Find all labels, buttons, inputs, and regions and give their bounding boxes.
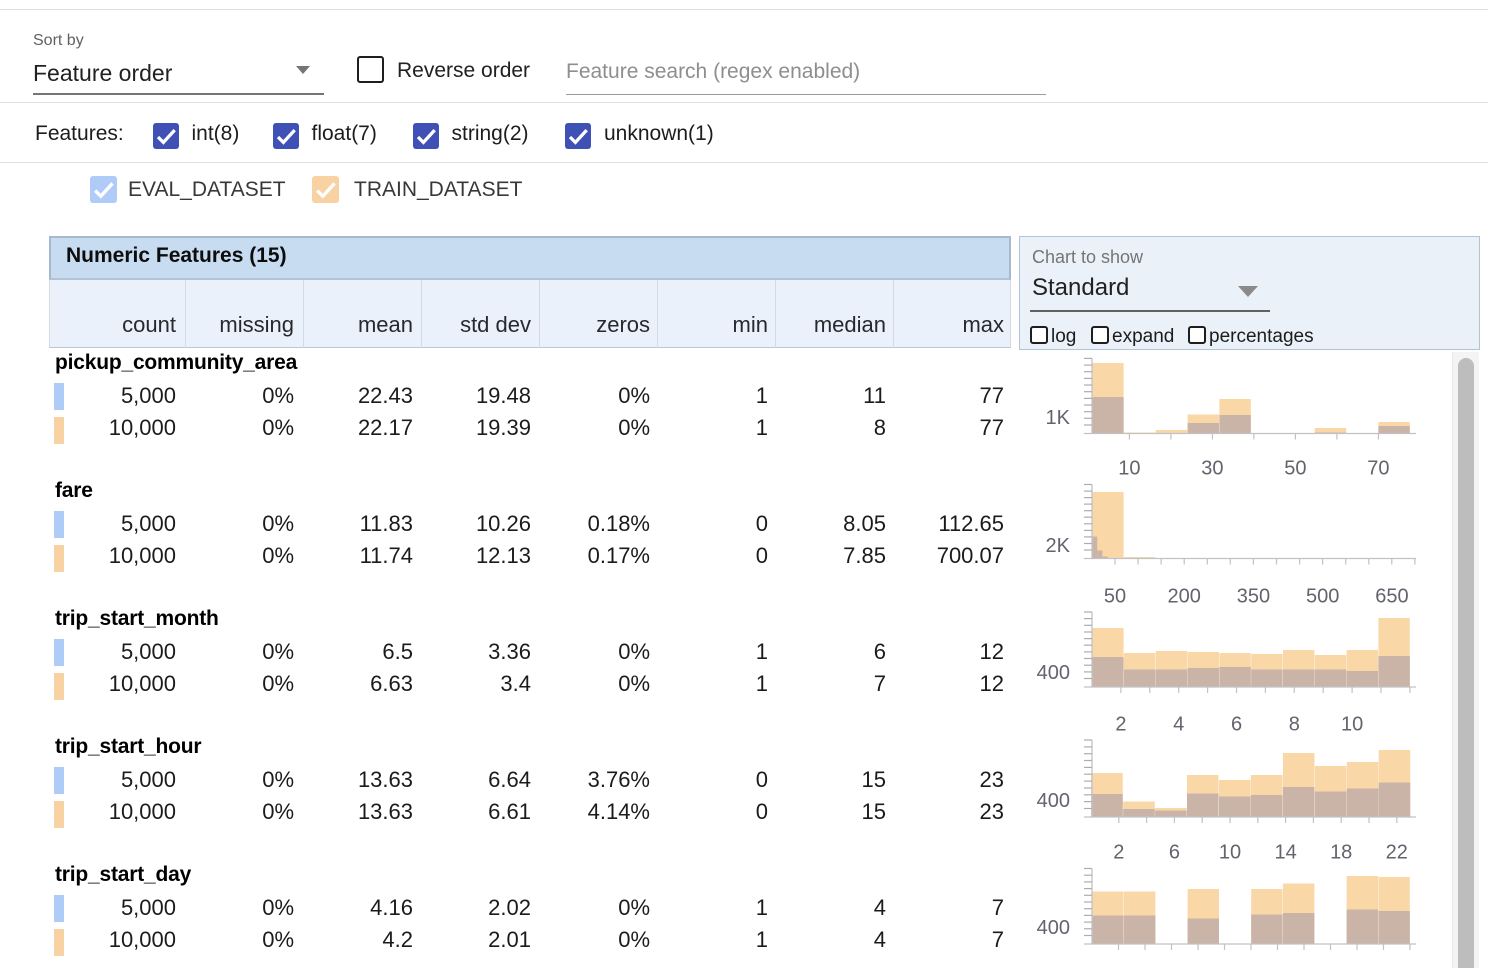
svg-text:2: 2 [1113, 842, 1124, 864]
svg-text:10: 10 [1219, 842, 1241, 864]
svg-text:1K: 1K [1046, 407, 1071, 429]
svg-text:30: 30 [1201, 458, 1223, 480]
svg-text:70: 70 [1367, 458, 1389, 480]
svg-text:10: 10 [1341, 714, 1363, 736]
svg-text:22: 22 [1386, 842, 1408, 864]
svg-text:400: 400 [1037, 790, 1070, 812]
svg-text:8: 8 [1289, 714, 1300, 736]
svg-text:2: 2 [1115, 714, 1126, 736]
svg-text:200: 200 [1168, 586, 1201, 608]
svg-text:350: 350 [1237, 586, 1270, 608]
svg-text:6: 6 [1231, 714, 1242, 736]
svg-text:400: 400 [1037, 662, 1070, 684]
svg-text:18: 18 [1330, 842, 1352, 864]
svg-text:2K: 2K [1046, 535, 1071, 557]
svg-text:4: 4 [1173, 714, 1184, 736]
svg-text:50: 50 [1104, 586, 1126, 608]
svg-text:500: 500 [1306, 586, 1339, 608]
svg-text:14: 14 [1274, 842, 1296, 864]
svg-text:10: 10 [1118, 458, 1140, 480]
svg-text:400: 400 [1037, 917, 1070, 939]
svg-text:650: 650 [1375, 586, 1408, 608]
svg-text:6: 6 [1169, 842, 1180, 864]
svg-text:50: 50 [1284, 458, 1306, 480]
